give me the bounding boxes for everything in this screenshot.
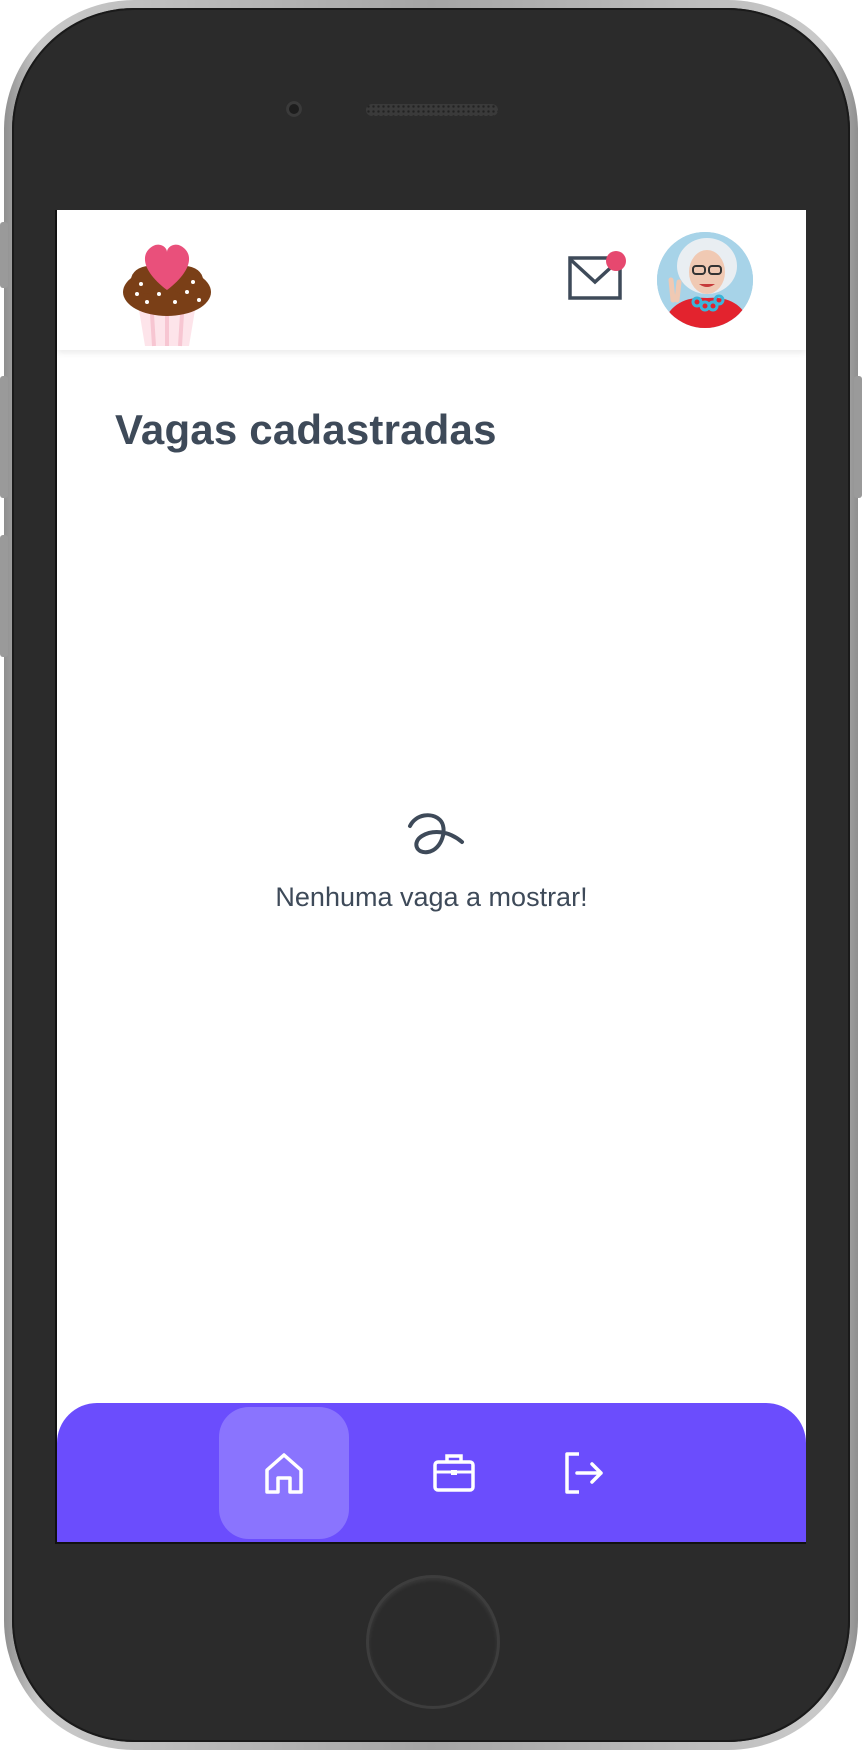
earpiece-speaker	[366, 104, 498, 116]
user-avatar[interactable]	[657, 232, 753, 328]
logout-icon	[565, 1452, 603, 1494]
nav-item-jobs[interactable]	[389, 1407, 519, 1539]
volume-down-button	[0, 535, 8, 657]
nav-item-home[interactable]	[219, 1407, 349, 1539]
app-header	[57, 210, 806, 350]
page-title: Vagas cadastradas	[115, 406, 497, 453]
notification-badge	[606, 251, 626, 271]
nav-item-logout[interactable]	[519, 1407, 649, 1539]
squiggle-icon	[408, 813, 464, 855]
bottom-nav	[57, 1403, 806, 1542]
home-button[interactable]	[366, 1575, 500, 1709]
empty-state-message: Nenhuma vaga a mostrar!	[275, 882, 588, 912]
volume-up-button	[0, 376, 8, 498]
mute-switch	[0, 222, 8, 288]
front-camera	[286, 101, 302, 117]
power-button	[854, 376, 862, 498]
app-screen: Vagas cadastradas Nenhuma vaga a mostrar…	[55, 210, 806, 1544]
briefcase-icon	[433, 1454, 475, 1492]
home-icon	[265, 1453, 303, 1494]
cupcake-heart-logo[interactable]	[117, 232, 217, 350]
